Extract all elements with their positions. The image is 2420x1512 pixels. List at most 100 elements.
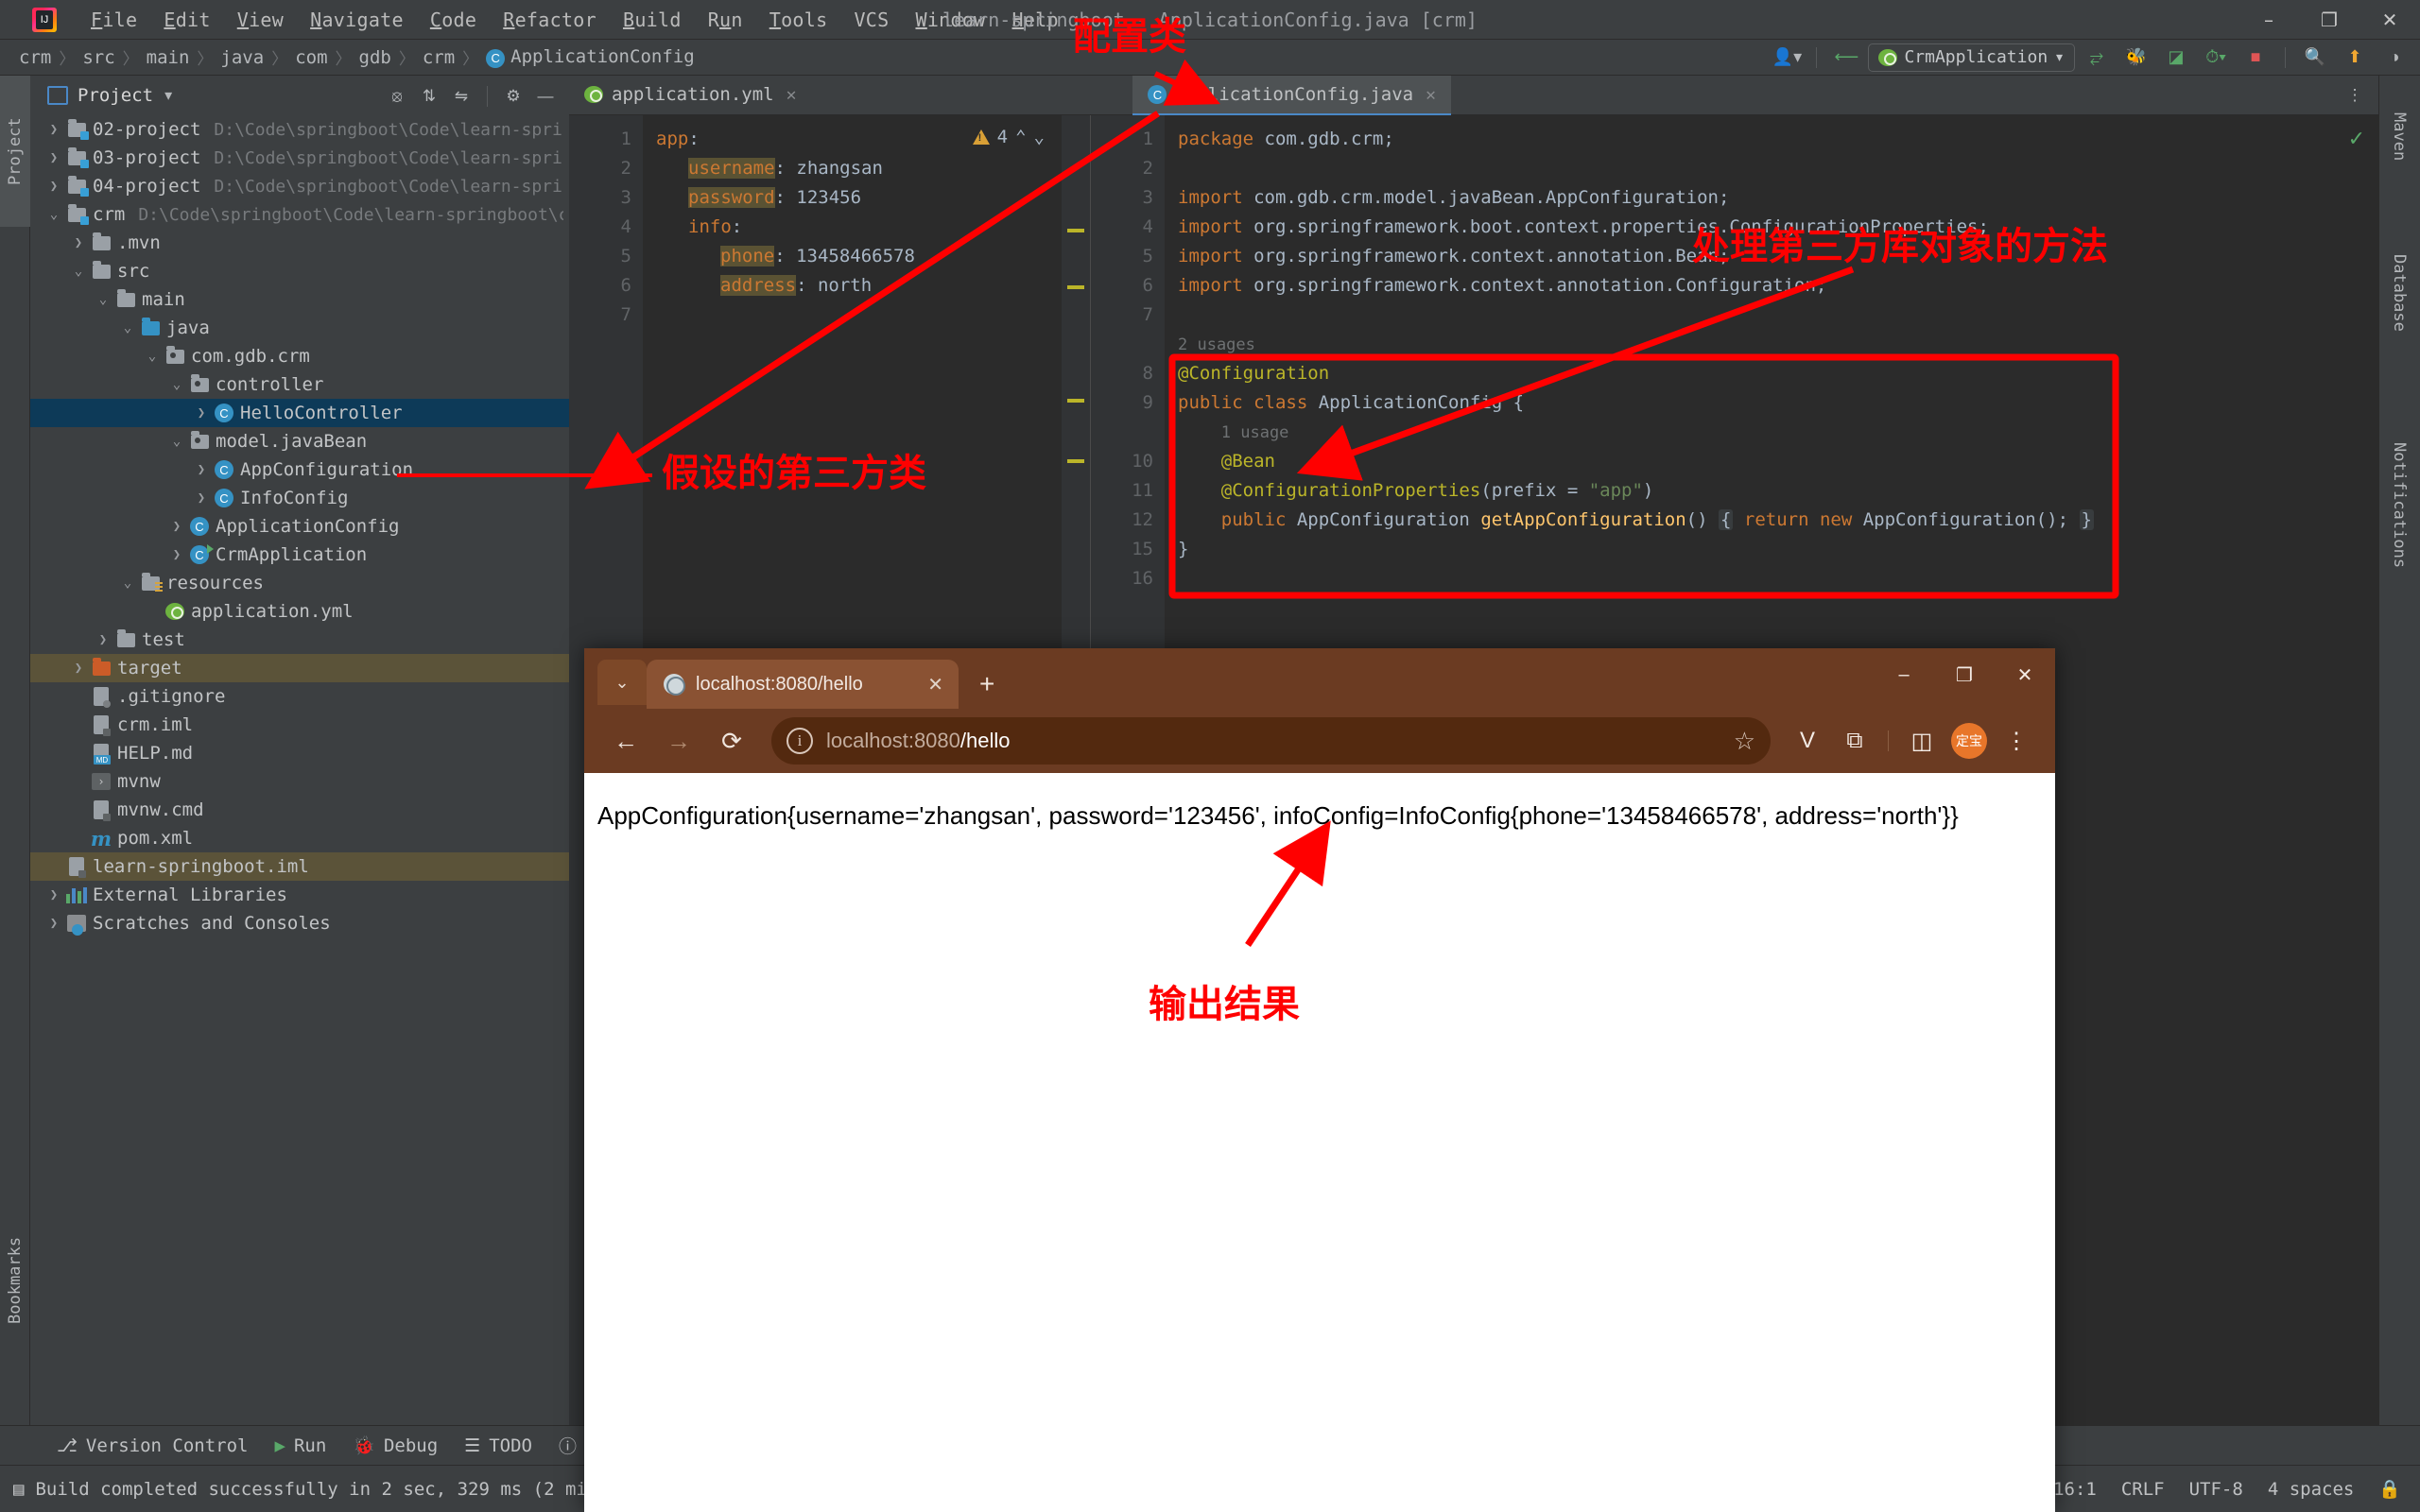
breadcrumb-item[interactable]: crm (13, 45, 57, 70)
tree-node-mvnw[interactable]: ❯›mvnw (30, 767, 569, 796)
bottom-tab-todo[interactable]: ☰ TODO (464, 1435, 532, 1456)
collapse-all-icon[interactable]: ⇋ (447, 83, 475, 110)
menu-item-view[interactable]: View (224, 6, 297, 34)
tree-expander-icon[interactable]: ⌄ (142, 349, 163, 364)
tree-expander-icon[interactable]: ❯ (191, 490, 212, 506)
tree-node-model-javabean[interactable]: ⌄ model.javaBean (30, 427, 569, 455)
bottom-tab-version-control[interactable]: ⎇ Version Control (57, 1435, 249, 1456)
tree-node-infoconfig[interactable]: ❯ C InfoConfig (30, 484, 569, 512)
run-with-coverage-button[interactable]: ◪ (2158, 43, 2194, 73)
browser-close-button[interactable]: ✕ (1995, 648, 2055, 701)
tree-expander-icon[interactable]: ⌄ (117, 320, 138, 335)
tree-expander-icon[interactable]: ⌄ (117, 576, 138, 591)
tree-expander-icon[interactable]: ⌄ (93, 292, 113, 307)
tool-window-tab-notifications[interactable]: Notifications (2378, 387, 2420, 624)
tree-expander-icon[interactable]: ❯ (43, 179, 64, 194)
editor-tab-application-yml[interactable]: application.yml ✕ (569, 76, 811, 115)
java-line[interactable] (1165, 154, 2378, 183)
tree-expander-icon[interactable]: ❯ (68, 746, 89, 761)
tree-node-src[interactable]: ⌄ src (30, 257, 569, 285)
java-line[interactable]: import org.springframework.boot.context.… (1165, 213, 2378, 242)
tree-node-test[interactable]: ❯ test (30, 626, 569, 654)
java-line[interactable]: import org.springframework.context.annot… (1165, 242, 2378, 271)
bookmark-star-icon[interactable]: ☆ (1734, 727, 1755, 756)
tree-node-controller[interactable]: ⌄ controller (30, 370, 569, 399)
tree-expander-icon[interactable]: ❯ (68, 774, 89, 789)
bottom-tab-debug[interactable]: 🐞 Debug (353, 1435, 438, 1457)
tree-expander-icon[interactable]: ❯ (68, 717, 89, 732)
tree-expander-icon[interactable]: ❯ (43, 150, 64, 165)
menu-item-run[interactable]: Run (695, 6, 756, 34)
breadcrumb-item[interactable]: crm (417, 45, 460, 70)
tree-expander-icon[interactable]: ❯ (68, 802, 89, 817)
run-configuration-selector[interactable]: CrmApplication ▾ (1868, 43, 2075, 72)
tree-node-main[interactable]: ⌄ main (30, 285, 569, 314)
yaml-line[interactable]: password: 123456 (643, 183, 1090, 213)
menu-item-file[interactable]: File (78, 6, 150, 34)
tree-expander-icon[interactable]: ❯ (166, 547, 187, 562)
yaml-line[interactable]: username: zhangsan (643, 154, 1090, 183)
new-tab-button[interactable]: + (979, 669, 994, 699)
tool-window-tab-maven[interactable]: Maven (2378, 76, 2420, 198)
tree-node-crm-iml[interactable]: ❯ crm.iml (30, 711, 569, 739)
java-line[interactable]: 1 usage (1165, 418, 2378, 447)
tree-node-hellocontroller[interactable]: ❯ C HelloController (30, 399, 569, 427)
chevron-up-icon[interactable]: ⌃ (1015, 127, 1026, 147)
tool-window-tab-project[interactable]: Project (0, 76, 30, 227)
tree-node-scratches-and-consoles[interactable]: ❯ Scratches and Consoles (30, 909, 569, 937)
bottom-tab-run[interactable]: ▶ Run (275, 1435, 327, 1456)
tree-node-learn-springboot-iml[interactable]: ❯ learn-springboot.iml (30, 852, 569, 881)
hide-panel-icon[interactable]: — (531, 83, 560, 110)
extension-v-icon[interactable]: V (1786, 719, 1829, 763)
search-icon[interactable]: 🔍 (2297, 43, 2333, 73)
tool-window-tab-bookmarks[interactable]: Bookmarks (0, 1191, 30, 1370)
site-info-icon[interactable]: i (786, 728, 813, 754)
indent-setting[interactable]: 4 spaces (2268, 1479, 2355, 1500)
breadcrumb-item[interactable]: com (289, 45, 333, 70)
tree-expander-icon[interactable]: ❯ (191, 462, 212, 477)
breadcrumb-item-current[interactable]: C ApplicationConfig (480, 44, 700, 70)
build-hammer-icon[interactable]: ⟵ (1828, 43, 1864, 73)
maximize-button[interactable]: ❐ (2299, 0, 2360, 40)
tree-expander-icon[interactable]: ❯ (68, 689, 89, 704)
tree-expander-icon[interactable]: ❯ (43, 859, 64, 874)
address-bar[interactable]: i localhost:8080/hello ☆ (771, 717, 1771, 765)
profiler-button[interactable]: ⏱▾ (2198, 43, 2234, 73)
java-line[interactable] (1165, 564, 2378, 593)
tree-node-target[interactable]: ❯ target (30, 654, 569, 682)
yaml-line[interactable] (643, 301, 1090, 330)
extensions-puzzle-icon[interactable]: ⧉ (1833, 719, 1876, 763)
split-view-icon[interactable]: ◫ (1900, 719, 1944, 763)
tree-node-appconfiguration[interactable]: ❯ C AppConfiguration (30, 455, 569, 484)
minimize-button[interactable]: – (2238, 0, 2299, 40)
java-line[interactable]: public AppConfiguration getAppConfigurat… (1165, 506, 2378, 535)
more-options-icon[interactable]: ⋮ (2341, 82, 2369, 109)
tree-expander-icon[interactable]: ⌄ (68, 264, 89, 279)
line-separator[interactable]: CRLF (2121, 1479, 2165, 1500)
java-line[interactable]: public class ApplicationConfig { (1165, 388, 2378, 418)
menu-item-refactor[interactable]: Refactor (490, 6, 610, 34)
browser-tab[interactable]: localhost:8080/hello ✕ (647, 660, 959, 709)
yaml-line[interactable]: info: (643, 213, 1090, 242)
tree-expander-icon[interactable]: ❯ (93, 632, 113, 647)
tree-expander-icon[interactable]: ❯ (43, 916, 64, 931)
close-icon[interactable]: ✕ (1426, 85, 1436, 105)
java-line[interactable]: } (1165, 535, 2378, 564)
menu-item-navigate[interactable]: Navigate (297, 6, 417, 34)
tree-node-mvnw-cmd[interactable]: ❯ mvnw.cmd (30, 796, 569, 824)
tree-node--gitignore[interactable]: ❯ .gitignore (30, 682, 569, 711)
settings-gear-icon[interactable]: ⚙ (499, 83, 527, 110)
tree-expander-icon[interactable]: ⌄ (166, 377, 187, 392)
menu-item-code[interactable]: Code (417, 6, 490, 34)
tree-node-02-project[interactable]: ❯ 02-project D:\Code\springboot\Code\learn… (30, 115, 569, 144)
java-line[interactable]: @ConfigurationProperties(prefix = "app") (1165, 476, 2378, 506)
forward-button[interactable]: → (654, 716, 703, 765)
menu-item-tools[interactable]: Tools (756, 6, 841, 34)
caret-position[interactable]: 16:1 (2053, 1479, 2097, 1500)
browser-maximize-button[interactable]: ❐ (1934, 648, 1995, 701)
tree-node-application-yml[interactable]: ❯ application.yml (30, 597, 569, 626)
java-line[interactable]: import org.springframework.context.annot… (1165, 271, 2378, 301)
tree-expander-icon[interactable]: ❯ (142, 604, 163, 619)
tree-expander-icon[interactable]: ❯ (43, 122, 64, 137)
tree-node-com-gdb-crm[interactable]: ⌄ com.gdb.crm (30, 342, 569, 370)
